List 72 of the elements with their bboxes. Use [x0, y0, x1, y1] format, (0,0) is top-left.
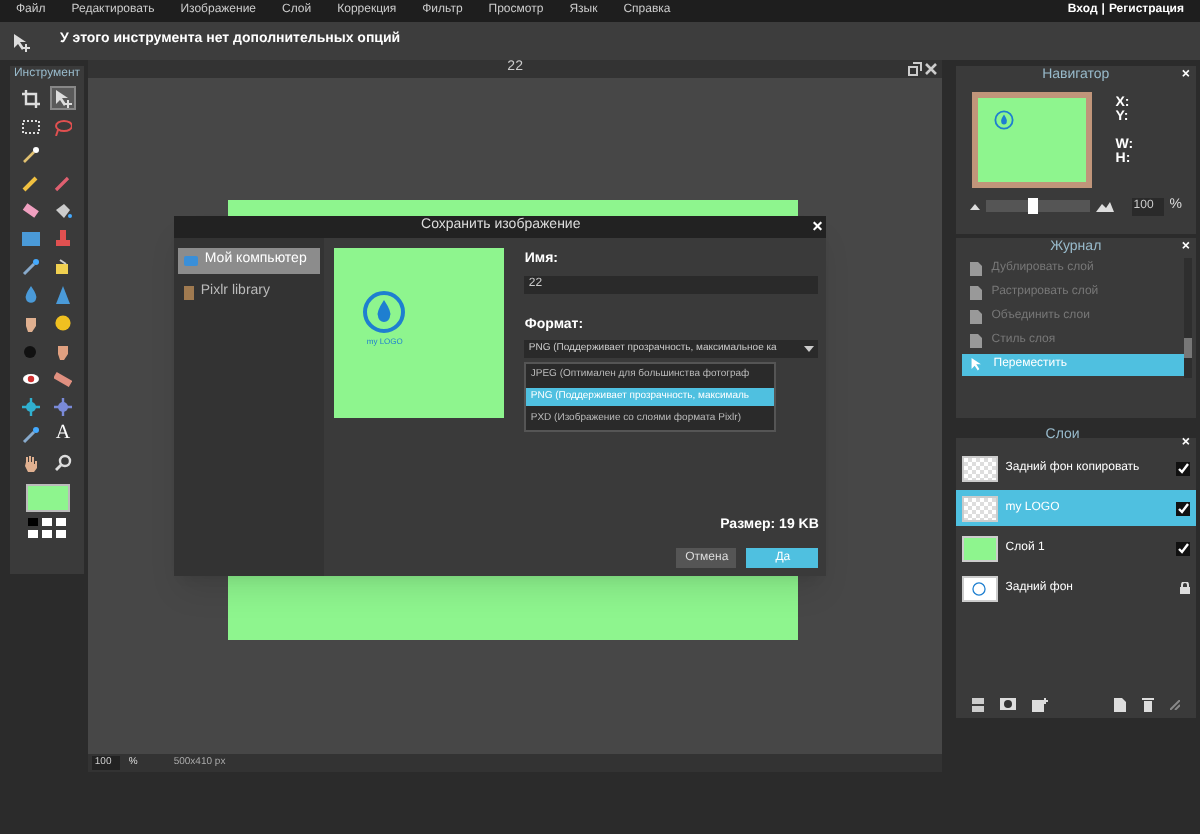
- bucket-icon: [54, 201, 72, 219]
- eyedropper-icon: [22, 425, 40, 443]
- eraser-tool-button[interactable]: [18, 198, 44, 222]
- close-button[interactable]: ×: [812, 216, 823, 238]
- zoom-slider-track[interactable]: [985, 200, 1090, 213]
- bloat-tool-button[interactable]: [18, 394, 44, 418]
- new-layer-icon[interactable]: [1114, 697, 1126, 711]
- pinch-tool-button[interactable]: [50, 394, 76, 418]
- eye-icon: [22, 369, 40, 387]
- gradient-icon: [22, 229, 40, 247]
- crop-tool-button[interactable]: [18, 86, 44, 110]
- close-icon[interactable]: [923, 62, 938, 76]
- visibility-checkbox[interactable]: [1176, 501, 1190, 515]
- text-tool-button[interactable]: A: [50, 422, 76, 446]
- lasso-icon: [54, 117, 72, 135]
- zoom-slider-thumb[interactable]: [1027, 198, 1038, 215]
- monitor-icon: [184, 256, 199, 266]
- zoom-icon: [54, 453, 72, 471]
- resize-handle-icon[interactable]: [1170, 699, 1180, 709]
- marquee-tool-button[interactable]: [18, 114, 44, 138]
- foreground-color-swatch[interactable]: [25, 484, 69, 512]
- swatch[interactable]: [42, 530, 52, 538]
- gradient-tool-button[interactable]: [18, 226, 44, 250]
- eyedropper-icon: [22, 257, 40, 275]
- wand-icon: [22, 145, 40, 163]
- move-tool-button[interactable]: [50, 86, 76, 110]
- restore-icon[interactable]: [907, 62, 922, 76]
- layer-thumbnail: [961, 535, 998, 561]
- visibility-checkbox[interactable]: [1176, 541, 1190, 555]
- marquee-icon: [22, 117, 40, 135]
- pinch-icon: [54, 397, 72, 415]
- layer-settings-icon[interactable]: [971, 697, 984, 711]
- large-mountain-icon: [1095, 201, 1114, 212]
- color-replace-icon: [54, 257, 72, 275]
- eraser-icon: [22, 201, 40, 219]
- brush-icon: [54, 173, 72, 191]
- swatch[interactable]: [28, 530, 38, 538]
- dodge-icon: [54, 341, 72, 359]
- add-image-icon[interactable]: [1031, 697, 1048, 711]
- swatch[interactable]: [56, 518, 66, 526]
- eyedropper-tool-button[interactable]: [18, 254, 44, 278]
- stamp-icon: [54, 229, 72, 247]
- move-icon: [969, 358, 984, 372]
- sponge-icon: [54, 313, 72, 331]
- visibility-checkbox[interactable]: [1176, 461, 1190, 475]
- eyedropper-tool-button[interactable]: [18, 422, 44, 446]
- mask-icon[interactable]: [999, 698, 1016, 710]
- sponge-tool-button[interactable]: [50, 310, 76, 334]
- pencil-icon: [22, 173, 40, 191]
- finger-icon: [22, 313, 40, 331]
- swatch[interactable]: [56, 530, 66, 538]
- swatch[interactable]: [42, 518, 52, 526]
- drop-icon: [22, 285, 40, 303]
- transparent-thumbnail: [961, 455, 998, 481]
- triangle-tool-button[interactable]: [50, 282, 76, 306]
- move-tool-icon: [12, 31, 32, 51]
- trash-icon[interactable]: [1142, 697, 1154, 711]
- wand-tool-button[interactable]: [18, 142, 44, 166]
- folder-icon: [184, 286, 195, 300]
- hand-icon: [22, 453, 40, 471]
- burn-icon: [22, 341, 40, 359]
- transparent-thumbnail: [961, 495, 998, 521]
- zoom-tool-button[interactable]: [50, 450, 76, 474]
- triangle-icon: [54, 285, 72, 303]
- scrollbar[interactable]: [1184, 258, 1192, 378]
- crop-icon: [22, 89, 40, 107]
- caret-icon: [804, 346, 815, 352]
- small-mountain-icon: [969, 203, 980, 210]
- move-icon: [54, 89, 72, 107]
- bloat-icon: [22, 397, 40, 415]
- swatch[interactable]: [28, 518, 38, 526]
- bandage-icon: [54, 369, 72, 387]
